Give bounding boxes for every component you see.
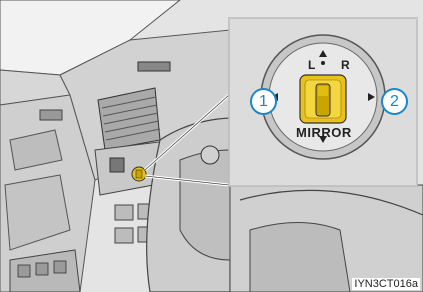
figure-code: IYN3CT016a [352,278,420,290]
callout-1: 1 [250,88,277,115]
l-label: L [308,58,316,72]
mirror-label: MIRROR [296,125,352,140]
car-interior-drawing [0,0,423,292]
r-label: R [341,58,350,72]
callout-2: 2 [381,88,408,115]
illustration: L R MIRROR 1 2 IYN3CT016a [0,0,423,292]
